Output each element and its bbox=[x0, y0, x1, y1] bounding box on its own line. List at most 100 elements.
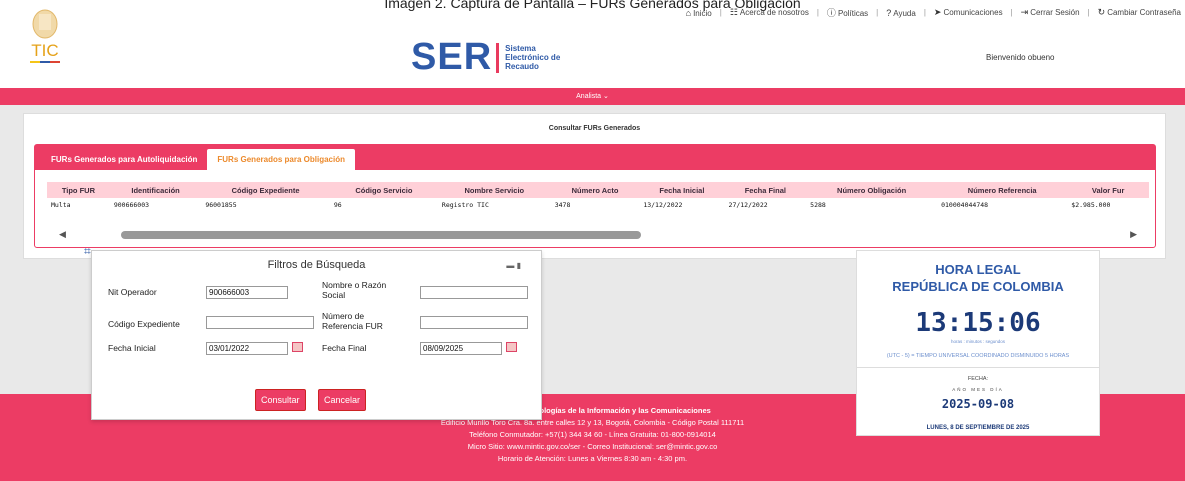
column-header[interactable]: Identificación bbox=[109, 182, 202, 198]
column-header[interactable]: Nombre Servicio bbox=[437, 182, 551, 198]
legal-time-widget: HORA LEGAL REPÚBLICA DE COLOMBIA 13:15:0… bbox=[856, 250, 1100, 436]
refresh-icon: ↻ bbox=[1097, 7, 1106, 17]
nav-item-2[interactable]: ⓘ Políticas bbox=[827, 6, 868, 19]
logo-text: TIC bbox=[31, 41, 58, 60]
table-cell: 96 bbox=[333, 200, 342, 209]
nav-separator: | bbox=[1087, 8, 1090, 17]
tab-bar: FURs Generados para Autoliquidación FURs… bbox=[35, 145, 1155, 170]
column-header[interactable]: Número Acto bbox=[550, 182, 640, 198]
clock-utc-note: (UTC - 5) = TIEMPO UNIVERSAL COORDINADO … bbox=[886, 353, 1070, 359]
clock-time: 13:15:06 bbox=[915, 308, 1041, 338]
fecha-final-label: Fecha Final bbox=[322, 343, 367, 353]
tab-obligacion[interactable]: FURs Generados para Obligación bbox=[207, 149, 355, 170]
column-header[interactable]: Valor Fur bbox=[1067, 182, 1149, 198]
footer-hours: Horario de Atención: Lunes a Viernes 8:3… bbox=[497, 454, 688, 463]
window-controls-icon[interactable]: ▬ ▮ bbox=[506, 261, 521, 270]
horizontal-scrollbar[interactable] bbox=[121, 231, 641, 239]
referencia-label: Número de Referencia FUR bbox=[322, 311, 383, 331]
table-header-row: Tipo FUR Identificación Código Expediente C… bbox=[47, 182, 1149, 198]
brand-subtitle: Sistema Electrónico de Recaudo bbox=[505, 44, 561, 71]
logout-icon: ⇥ bbox=[1020, 7, 1029, 17]
column-header[interactable]: Código Expediente bbox=[201, 182, 330, 198]
nav-separator: | bbox=[876, 8, 879, 17]
nav-label: Cambiar Contraseña bbox=[1107, 8, 1181, 17]
clock-date: 2025-09-08 bbox=[941, 397, 1015, 411]
nav-item-3[interactable]: ? Ayuda bbox=[886, 8, 916, 18]
nit-input[interactable]: 900666003 bbox=[206, 286, 288, 299]
table-cell: 900666003 bbox=[113, 200, 150, 209]
cancelar-button[interactable]: Cancelar bbox=[318, 389, 367, 411]
nav-label: Inicio bbox=[693, 8, 712, 18]
table-cell: 5288 bbox=[810, 200, 826, 209]
column-header[interactable]: Fecha Inicial bbox=[639, 182, 725, 198]
clock-ymd-label: AÑO MES DÍA bbox=[952, 387, 1004, 392]
scroll-left-arrow-icon[interactable]: ◀ bbox=[59, 229, 66, 240]
table-cell: 27/12/2022 bbox=[728, 200, 768, 209]
table-cell: 13/12/2022 bbox=[643, 200, 683, 209]
tic-logo: TIC bbox=[30, 9, 60, 63]
home-icon: ⌂ bbox=[685, 7, 692, 18]
column-header[interactable]: Tipo FUR bbox=[47, 182, 110, 198]
filter-dialog: Filtros de Búsqueda ▬ ▮ Nit Operador 900… bbox=[91, 250, 542, 420]
expediente-label: Código Expediente bbox=[108, 319, 180, 329]
calendar-icon[interactable] bbox=[292, 342, 303, 352]
column-header[interactable]: Fecha Final bbox=[724, 182, 807, 198]
nit-label: Nit Operador bbox=[108, 287, 157, 297]
nav-separator: | bbox=[923, 8, 926, 17]
fecha-final-input[interactable]: 08/09/2025 bbox=[420, 342, 502, 355]
binoculars-icon[interactable]: ⌗ bbox=[84, 244, 91, 259]
brand-name: SER bbox=[411, 36, 493, 78]
column-header[interactable]: Código Servicio bbox=[329, 182, 438, 198]
tab-autoliquidacion[interactable]: FURs Generados para Autoliquidación bbox=[41, 149, 207, 170]
ser-logo: SER Sistema Electrónico de Recaudo bbox=[411, 36, 560, 79]
nav-item-1[interactable]: ☷ Acerca de nosotros bbox=[730, 7, 809, 18]
referencia-input[interactable] bbox=[420, 316, 528, 329]
footer-phone: Teléfono Conmutador: +57(1) 344 34 60 - … bbox=[469, 430, 716, 439]
razon-input[interactable] bbox=[420, 286, 528, 299]
nav-item-5[interactable]: ⇥ Cerrar Sesión bbox=[1021, 7, 1080, 18]
furs-table: Tipo FUR Identificación Código Expediente C… bbox=[47, 182, 1149, 211]
nav-item-6[interactable]: ↻ Cambiar Contraseña bbox=[1098, 7, 1181, 18]
clock-long-date: LUNES, 8 DE SEPTIEMBRE DE 2025 bbox=[926, 425, 1030, 431]
table-row[interactable]: Multa 900666003 96001855 96 Registro TIC 3478… bbox=[47, 198, 1149, 211]
menu-analista[interactable]: Analista ⌄ bbox=[576, 93, 609, 100]
furs-card: Consultar FURs Generados FURs Generados … bbox=[23, 113, 1166, 259]
razon-label: Nombre o Razón Social bbox=[322, 280, 387, 300]
fecha-inicial-label: Fecha Inicial bbox=[108, 343, 156, 353]
expediente-input[interactable] bbox=[206, 316, 314, 329]
info-icon: ⓘ bbox=[826, 8, 836, 18]
nav-label: Acerca de nosotros bbox=[739, 8, 809, 17]
nav-label: Ayuda bbox=[893, 8, 916, 18]
clock-divider bbox=[857, 367, 1099, 368]
nav-separator: | bbox=[719, 8, 722, 17]
welcome-text: Bienvenido obueno bbox=[986, 53, 1055, 62]
nav-item-0[interactable]: ⌂ Inicio bbox=[686, 8, 712, 18]
column-header[interactable]: Número Referencia bbox=[937, 182, 1068, 198]
fecha-inicial-input[interactable]: 03/01/2022 bbox=[206, 342, 288, 355]
card-title: Consultar FURs Generados bbox=[548, 125, 641, 132]
nav-label: Comunicaciones bbox=[943, 8, 1003, 17]
table-cell: 010004044748 bbox=[941, 200, 989, 209]
table-cell: 3478 bbox=[554, 200, 571, 209]
consultar-button[interactable]: Consultar bbox=[255, 389, 306, 411]
table-cell: Registro TIC bbox=[441, 200, 489, 209]
calendar-icon[interactable] bbox=[506, 342, 517, 352]
nav-label: Políticas bbox=[837, 9, 869, 18]
filter-title: Filtros de Búsqueda bbox=[267, 259, 366, 271]
nav-separator: | bbox=[816, 8, 819, 17]
footer-site: Micro Sitio: www.mintic.gov.co/ser - Cor… bbox=[467, 442, 718, 451]
table-cell: $2.985.000 bbox=[1071, 200, 1111, 209]
table-body: Multa 900666003 96001855 96 Registro TIC 3478… bbox=[47, 198, 1149, 211]
clock-title: HORA LEGAL REPÚBLICA DE COLOMBIA bbox=[892, 262, 1064, 294]
help-icon: ? bbox=[886, 7, 892, 18]
clock-fecha-label: FECHA: bbox=[967, 376, 989, 382]
nav-item-4[interactable]: ➤ Comunicaciones bbox=[934, 7, 1003, 18]
column-header[interactable]: Número Obligación bbox=[806, 182, 938, 198]
scroll-right-arrow-icon[interactable]: ▶ bbox=[1130, 229, 1137, 240]
send-icon: ➤ bbox=[933, 7, 942, 17]
tab-panel: FURs Generados para Autoliquidación FURs… bbox=[34, 144, 1156, 248]
nav-label: Cerrar Sesión bbox=[1030, 8, 1080, 17]
clock-units: horas : minutos : segundos bbox=[950, 339, 1006, 344]
people-icon: ☷ bbox=[729, 7, 738, 17]
table-cell: Multa bbox=[51, 200, 71, 209]
